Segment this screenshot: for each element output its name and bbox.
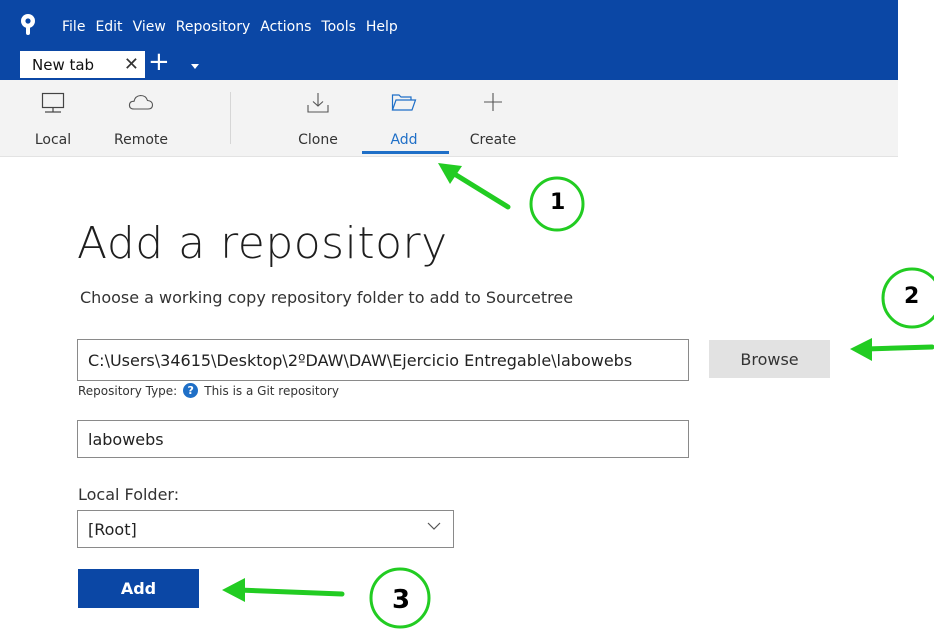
annotation-number-2: 2 — [904, 284, 920, 309]
annotation-arrow-3 — [235, 587, 345, 597]
annotation-overlay — [222, 163, 934, 629]
annotation-arrowhead-3 — [222, 578, 245, 602]
annotation-number-1: 1 — [550, 190, 566, 215]
annotation-arrow-2 — [863, 344, 934, 352]
annotation-number-3: 3 — [392, 585, 411, 615]
annotation-arrow-1 — [445, 167, 511, 210]
annotation-arrowhead-2 — [850, 338, 872, 361]
